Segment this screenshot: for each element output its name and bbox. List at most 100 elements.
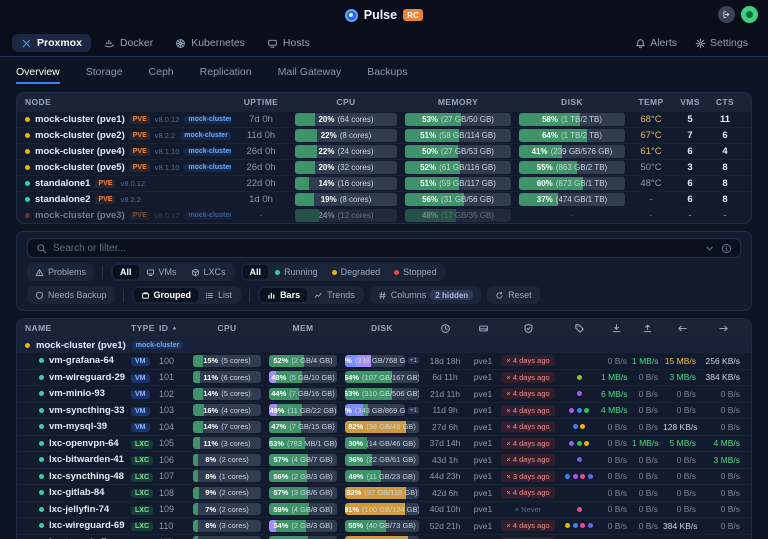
disk-read-rate: 0 B/s [601, 422, 632, 432]
display-bars-button[interactable]: Bars [260, 288, 307, 302]
guest-col-type[interactable]: TYPE [131, 323, 159, 333]
reset-button[interactable]: Reset [487, 286, 540, 304]
info-icon[interactable] [721, 243, 732, 254]
guest-col-arrow-left-icon[interactable] [663, 323, 701, 334]
type-filter-vms[interactable]: VMs [139, 265, 184, 279]
node-col-temp[interactable]: TEMP [629, 97, 673, 107]
guest-col-clock-icon[interactable] [423, 323, 467, 334]
guest-row[interactable]: vm-minio-93VM10214%(5 cores)44%(7 GB/16 … [17, 385, 751, 402]
guest-row[interactable]: lxc-wireguard-69LXC1108%(3 cores)54%(2 G… [17, 517, 751, 534]
view-list-button[interactable]: List [198, 288, 239, 302]
node-row[interactable]: mock-cluster (pve4)PVEv8.1.10mock-cluste… [17, 143, 751, 159]
node-col-cpu[interactable]: CPU [291, 97, 401, 107]
nav-tab-kubernetes[interactable]: Kubernetes [166, 34, 254, 52]
guest-row[interactable]: lxc-openvpn-64LXC10511%(3 cores)53%(783 … [17, 435, 751, 452]
tab-ceph[interactable]: Ceph [149, 66, 174, 84]
view-grouped-button[interactable]: Grouped [134, 288, 199, 302]
tab-replication[interactable]: Replication [200, 66, 252, 84]
columns-button[interactable]: Columns2 hidden [370, 286, 481, 304]
guest-row[interactable]: lxc-syncthing-48LXC1078%(1 cores)56%(2 G… [17, 468, 751, 485]
backup-status-badge: × 4 days ago [501, 520, 554, 531]
nav-tab-hosts[interactable]: Hosts [258, 34, 319, 52]
guest-node: pve1 [467, 455, 499, 465]
backup-status-badge: × 4 days ago [501, 372, 554, 383]
guest-col-mem[interactable]: MEM [265, 323, 341, 333]
guest-col-download-icon[interactable] [601, 323, 632, 334]
group-header-row[interactable]: mock-cluster (pve1)mock-cluster [17, 337, 751, 352]
node-row[interactable]: standalone2PVEv8.2.21d 0h19%(8 cores)56%… [17, 191, 751, 207]
search-input[interactable] [53, 243, 698, 254]
hosts-icon [267, 38, 278, 49]
nav-tab-proxmox[interactable]: Proxmox [12, 34, 91, 52]
guest-row[interactable]: vm-wireguard-29VM10111%(6 cores)48%(5 GB… [17, 369, 751, 386]
node-row[interactable]: mock-cluster (pve2)PVEv8.2.2mock-cluster… [17, 127, 751, 143]
nav-tab-docker[interactable]: Docker [95, 34, 162, 52]
node-uptime: 1d 0h [231, 194, 291, 205]
status-filter-all[interactable]: All [243, 265, 269, 279]
guest-row[interactable]: vm-mysql-39VM10414%(7 cores)47%(7 GB/15 … [17, 418, 751, 435]
tag-dot [577, 457, 582, 462]
usage-cell: 36%(22 GB/61 GB) [341, 454, 423, 466]
guest-row[interactable]: lxc-terraria-7LXC1117%(2 cores)57%(4 GB/… [17, 534, 751, 539]
tab-mail-gateway[interactable]: Mail Gateway [278, 66, 342, 84]
usage-cell: 52%(2 GB/4 GB) [265, 355, 341, 367]
guest-row[interactable]: vm-grafana-64VM10015%(5 cores)52%(2 GB/4… [17, 352, 751, 369]
logout-button[interactable] [718, 6, 735, 23]
node-row[interactable]: standalone1PVEv8.0.1222d 0h14%(16 cores)… [17, 175, 751, 191]
net-in-rate: 0 B/s [663, 471, 701, 481]
node-col-cts[interactable]: CTS [707, 97, 743, 107]
nav-settings-button[interactable]: Settings [687, 34, 756, 52]
type-filter-all[interactable]: All [113, 265, 139, 279]
backup-status-badge: × 4 days ago [501, 421, 554, 432]
usage-label: 51%(59 GB/117 GB) [405, 177, 511, 190]
status-filter-stopped[interactable]: Stopped [387, 265, 444, 279]
nav-link-label: Alerts [650, 37, 677, 49]
node-name: mock-cluster (pve1) [35, 114, 125, 125]
node-col-node[interactable]: NODE [25, 97, 231, 107]
usage-bar: 51%(59 GB/117 GB) [405, 177, 511, 190]
guest-name-cell: vm-wireguard-29 [25, 372, 131, 383]
guest-col-disk[interactable]: DISK [341, 323, 423, 333]
nav-alerts-button[interactable]: Alerts [627, 34, 685, 52]
node-uptime: 22d 0h [231, 178, 291, 189]
node-col-disk[interactable]: DISK [515, 97, 629, 107]
guest-col-tag-icon[interactable] [557, 323, 601, 334]
guest-col-cpu[interactable]: CPU [189, 323, 265, 333]
guest-row[interactable]: lxc-bitwarden-41LXC1068%(2 cores)57%(4 G… [17, 451, 751, 468]
net-in-rate: 5 MB/s [663, 438, 701, 448]
type-filter-lxcs[interactable]: LXCs [184, 265, 233, 279]
node-col-memory[interactable]: MEMORY [401, 97, 515, 107]
tab-overview[interactable]: Overview [16, 66, 60, 84]
tab-backups[interactable]: Backups [367, 66, 407, 84]
node-col-vms[interactable]: VMS [673, 97, 707, 107]
status-filter-degraded[interactable]: Degraded [325, 265, 388, 279]
needs-backup-filter-button[interactable]: Needs Backup [27, 286, 115, 304]
guest-row[interactable]: vm-syncthing-33VM10316%(4 cores)49%(11 G… [17, 402, 751, 419]
guest-col-name[interactable]: NAME [25, 323, 131, 333]
problems-filter-button[interactable]: Problems [27, 263, 94, 281]
usage-bar: 24%(12 cores) [295, 209, 397, 222]
node-col-uptime[interactable]: UPTIME [231, 97, 291, 107]
tag-dot [573, 523, 578, 528]
guest-col-upload-icon[interactable] [632, 323, 663, 334]
type-badge: LXC [131, 440, 153, 449]
node-row[interactable]: mock-cluster (pve5)PVEv8.1.10mock-cluste… [17, 159, 751, 175]
node-row[interactable]: mock-cluster (pve1)PVEv8.0.12mock-cluste… [17, 111, 751, 127]
guest-col-id[interactable]: ID [159, 323, 189, 333]
guest-status-dot [39, 490, 44, 495]
guest-col-arrow-right-icon[interactable] [701, 323, 745, 334]
chevron-down-icon[interactable] [704, 243, 715, 254]
node-row[interactable]: mock-cluster (pve3)PVEv8.0.12mock-cluste… [17, 207, 751, 223]
guest-col-server-icon[interactable] [467, 323, 499, 334]
guest-node: pve1 [467, 405, 499, 415]
status-filter-running[interactable]: Running [268, 265, 325, 279]
tab-storage[interactable]: Storage [86, 66, 123, 84]
usage-bar: 11%(3 cores) [193, 437, 261, 449]
connection-status-button[interactable] [741, 6, 758, 23]
guest-uptime: 52d 21h [423, 521, 467, 531]
guest-row[interactable]: lxc-jellyfin-74LXC1097%(2 cores)59%(4 GB… [17, 501, 751, 518]
usage-cell: 82%(97 GB/118 GB) [341, 487, 423, 499]
guest-row[interactable]: lxc-gitlab-84LXC1089%(2 cores)57%(3 GB/6… [17, 484, 751, 501]
display-trends-button[interactable]: Trends [307, 288, 362, 302]
guest-col-shield-check-icon[interactable] [499, 323, 557, 334]
